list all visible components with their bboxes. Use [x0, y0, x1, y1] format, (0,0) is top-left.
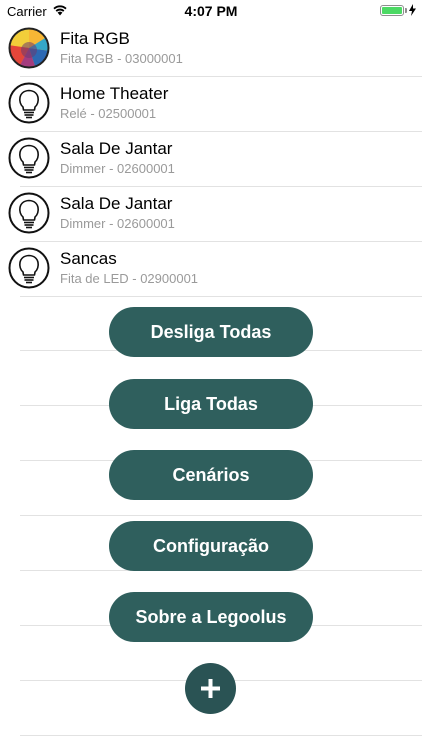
device-subtitle: Fita RGB - 03000001 — [60, 51, 183, 66]
device-row-sala-de-jantar-1[interactable]: Sala De Jantar Dimmer - 02600001 — [0, 132, 422, 187]
scenes-button[interactable]: Cenários — [109, 450, 313, 500]
rgb-color-wheel-icon — [8, 27, 50, 69]
device-subtitle: Dimmer - 02600001 — [60, 216, 175, 231]
battery-nub — [405, 8, 407, 13]
device-subtitle: Fita de LED - 02900001 — [60, 271, 199, 286]
device-row-sala-de-jantar-2[interactable]: Sala De Jantar Dimmer - 02600001 — [0, 187, 422, 242]
lightbulb-icon — [8, 192, 50, 234]
device-subtitle: Dimmer - 02600001 — [60, 161, 175, 176]
empty-row-divider — [20, 515, 422, 516]
device-name: Sala De Jantar — [60, 139, 173, 158]
device-name: Sancas — [60, 249, 117, 268]
device-name: Home Theater — [60, 84, 169, 103]
about-button[interactable]: Sobre a Legoolus — [109, 592, 313, 642]
settings-button[interactable]: Configuração — [109, 521, 313, 571]
empty-row-divider — [20, 735, 422, 736]
device-row-fita-rgb[interactable]: Fita RGB Fita RGB - 03000001 — [0, 22, 422, 77]
status-bar: Carrier 4:07 PM — [0, 0, 422, 22]
lightbulb-icon — [8, 82, 50, 124]
device-row-home-theater[interactable]: Home Theater Relé - 02500001 — [0, 77, 422, 132]
lightbulb-icon — [8, 247, 50, 289]
battery-fill — [382, 7, 402, 14]
lightbulb-icon — [8, 137, 50, 179]
clock: 4:07 PM — [184, 3, 238, 19]
device-subtitle: Relé - 02500001 — [60, 106, 157, 121]
device-name: Fita RGB — [60, 29, 130, 48]
battery-icon — [380, 5, 404, 16]
charging-bolt-icon — [409, 4, 416, 16]
turn-on-all-button[interactable]: Liga Todas — [109, 379, 313, 429]
add-device-button[interactable] — [185, 663, 236, 714]
device-name: Sala De Jantar — [60, 194, 173, 213]
turn-off-all-button[interactable]: Desliga Todas — [109, 307, 313, 357]
plus-icon — [201, 679, 220, 698]
row-divider — [20, 296, 422, 297]
device-row-sancas[interactable]: Sancas Fita de LED - 02900001 — [0, 242, 422, 297]
device-list: Fita RGB Fita RGB - 03000001 Home Theate… — [0, 22, 422, 297]
